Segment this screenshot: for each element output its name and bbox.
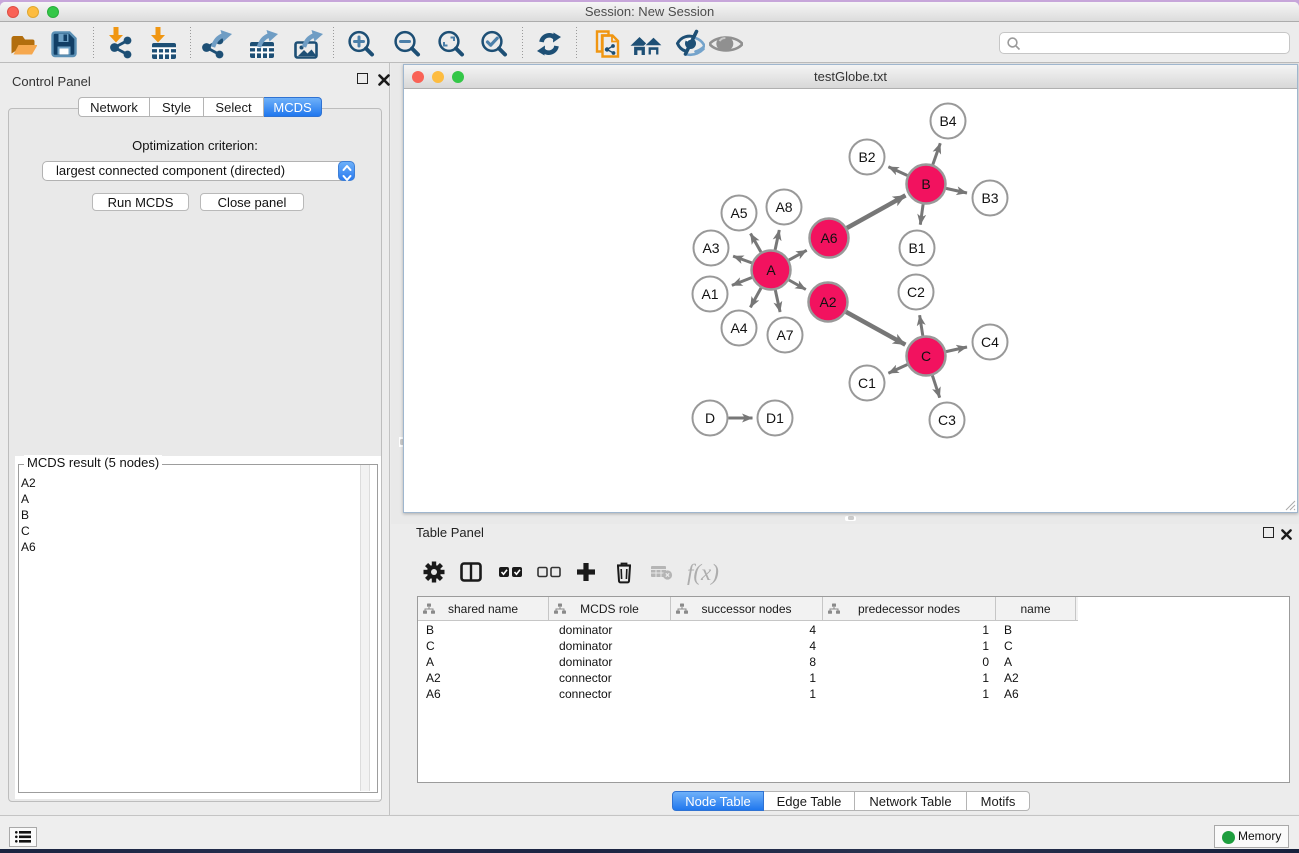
svg-text:C2: C2 [907, 284, 925, 300]
svg-text:D: D [705, 410, 715, 426]
svg-text:A7: A7 [776, 327, 793, 343]
svg-text:C: C [921, 348, 931, 364]
svg-text:B3: B3 [981, 190, 998, 206]
svg-text:A5: A5 [730, 205, 747, 221]
svg-text:A6: A6 [820, 230, 837, 246]
svg-text:A4: A4 [730, 320, 747, 336]
svg-text:B: B [921, 176, 930, 192]
svg-text:C1: C1 [858, 375, 876, 391]
svg-text:A1: A1 [701, 286, 718, 302]
svg-text:C4: C4 [981, 334, 999, 350]
svg-text:A3: A3 [702, 240, 719, 256]
svg-text:B1: B1 [908, 240, 925, 256]
svg-text:D1: D1 [766, 410, 784, 426]
svg-text:B4: B4 [939, 113, 956, 129]
svg-text:f(x): f(x) [687, 560, 719, 585]
svg-text:C3: C3 [938, 412, 956, 428]
svg-text:A8: A8 [775, 199, 792, 215]
svg-text:A: A [766, 262, 776, 278]
svg-text:A2: A2 [819, 294, 836, 310]
svg-text:B2: B2 [858, 149, 875, 165]
